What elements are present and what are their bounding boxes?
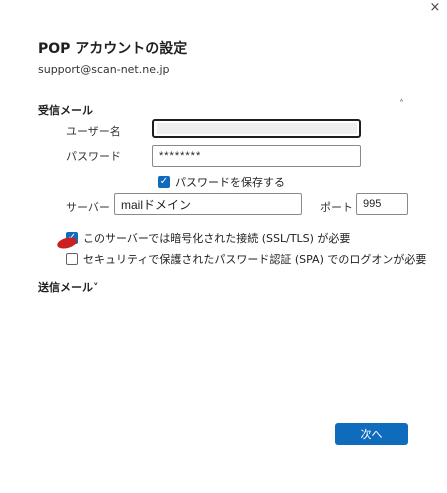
username-input[interactable]: [152, 119, 361, 138]
ssl-checkbox-row[interactable]: ✓ このサーバーでは暗号化された接続 (SSL/TLS) が必要: [66, 230, 350, 246]
password-label: パスワード: [66, 150, 121, 163]
next-button[interactable]: 次へ: [335, 423, 408, 445]
username-label: ユーザー名: [66, 125, 121, 138]
port-label: ポート: [320, 201, 353, 214]
red-annotation-mark: [56, 235, 78, 251]
spa-checkbox[interactable]: [66, 253, 78, 265]
close-button[interactable]: ×: [426, 0, 444, 16]
incoming-mail-header[interactable]: 受信メール: [38, 102, 93, 118]
password-value: ********: [159, 150, 202, 162]
spa-label: セキュリティで保護されたパスワード認証 (SPA) でのログオンが必要: [83, 253, 427, 266]
spa-checkbox-row[interactable]: セキュリティで保護されたパスワード認証 (SPA) でのログオンが必要: [66, 251, 426, 267]
password-input[interactable]: ********: [152, 145, 361, 167]
ssl-label: このサーバーでは暗号化された接続 (SSL/TLS) が必要: [83, 232, 351, 245]
page-title: POP アカウントの設定: [38, 41, 188, 57]
save-password-checkbox-row[interactable]: ✓ パスワードを保存する: [158, 174, 285, 190]
save-password-checkbox[interactable]: ✓: [158, 176, 170, 188]
save-password-label: パスワードを保存する: [175, 176, 285, 189]
username-redacted-fill: [157, 123, 357, 134]
outgoing-mail-header[interactable]: 送信メール˅: [38, 279, 99, 295]
chevron-up-icon[interactable]: ˄: [399, 99, 404, 110]
account-email: support@scan-net.ne.jp: [38, 63, 170, 76]
close-icon: ×: [429, 0, 441, 15]
port-value: 995: [363, 198, 382, 210]
port-input[interactable]: 995: [356, 193, 408, 215]
server-input[interactable]: mailドメイン: [114, 193, 302, 215]
server-label: サーバー: [66, 201, 110, 214]
server-value: mailドメイン: [121, 197, 192, 212]
